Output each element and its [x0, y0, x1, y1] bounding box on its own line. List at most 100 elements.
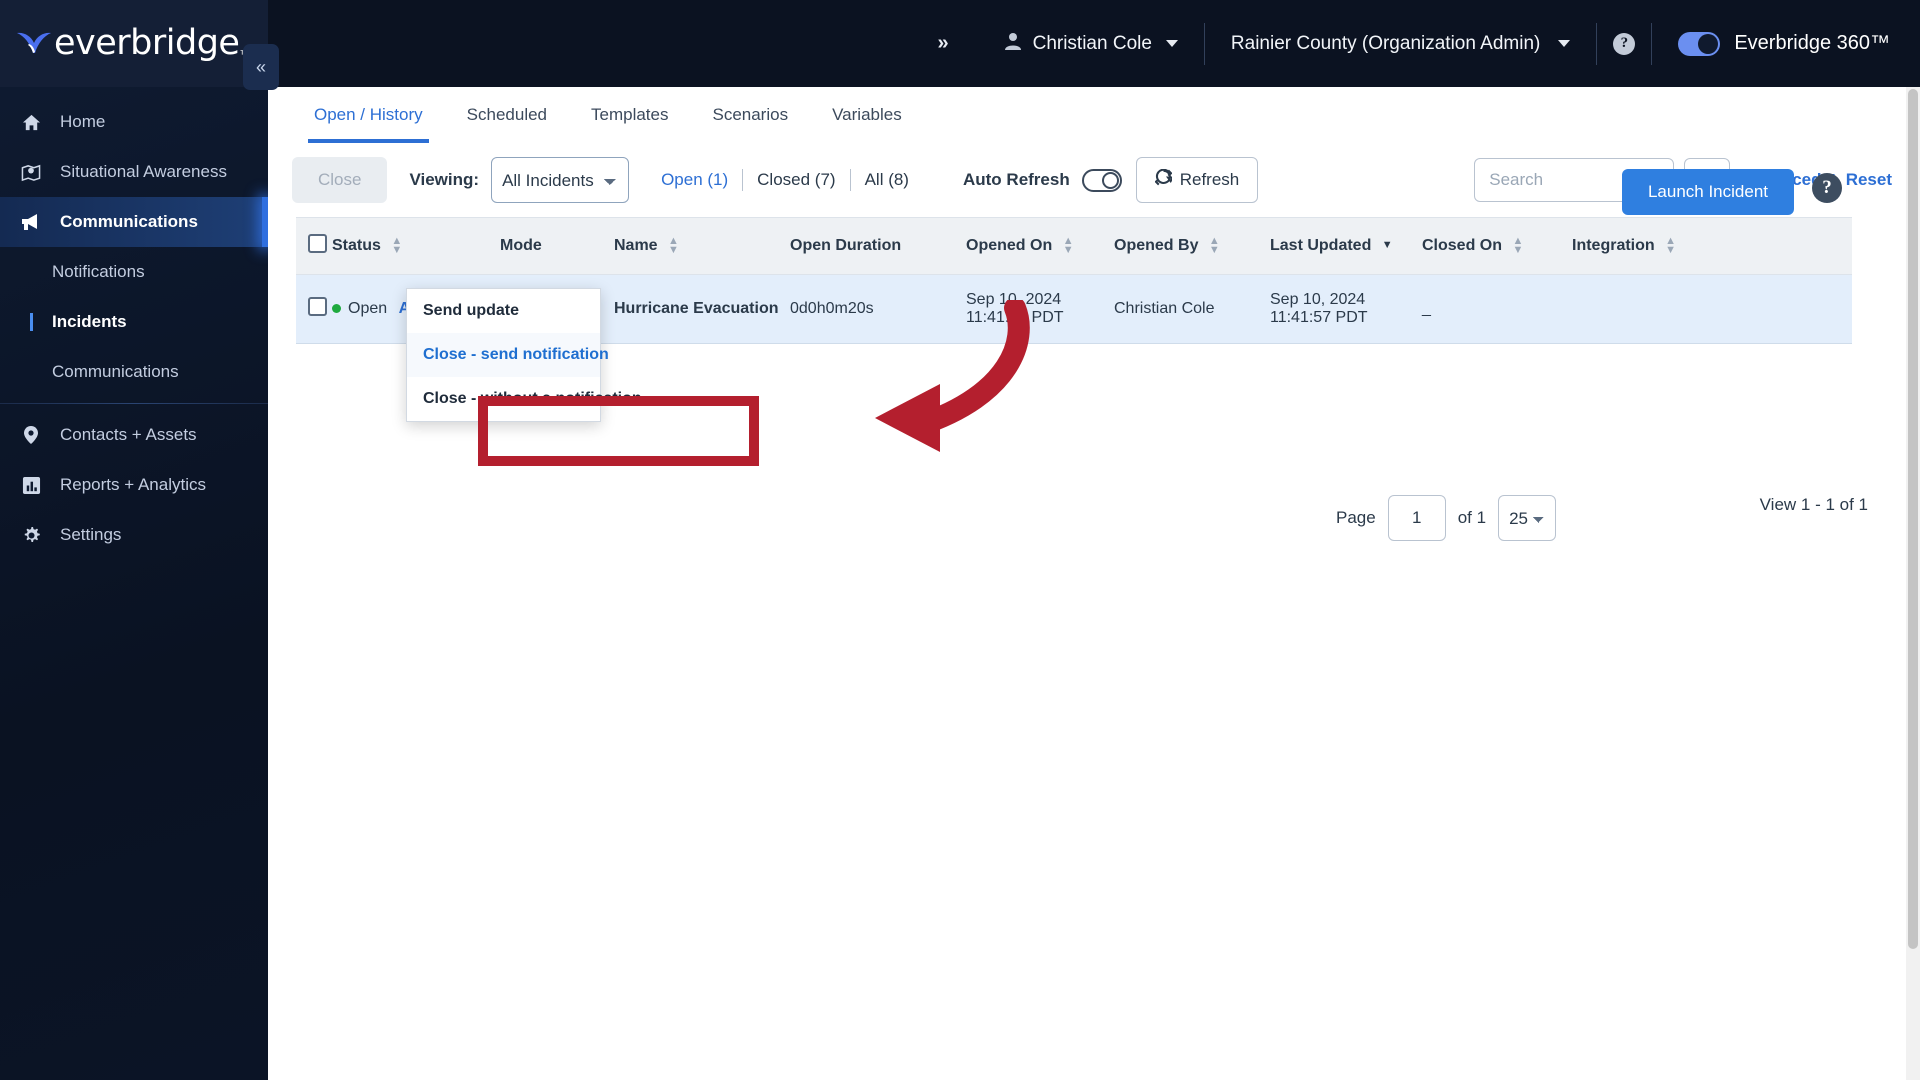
top-bar-right: » Christian Cole Rainier County (Organiz…	[268, 0, 1920, 87]
menu-item-close-send-notification[interactable]: Close - send notification	[407, 333, 609, 377]
filter-closed-link[interactable]: Closed (7)	[743, 170, 849, 190]
sidebar-item-home[interactable]: Home	[0, 97, 268, 147]
user-avatar-icon	[1003, 31, 1023, 57]
filter-all-link[interactable]: All (8)	[851, 170, 923, 190]
menu-item-close-without-notification[interactable]: Close - without a notification	[407, 377, 642, 421]
sidebar-item-contacts-assets[interactable]: Contacts + Assets	[0, 410, 268, 460]
tab-open-history[interactable]: Open / History	[292, 87, 445, 143]
tab-variables[interactable]: Variables	[810, 87, 924, 143]
refresh-label: Refresh	[1179, 170, 1240, 189]
column-label: Open Duration	[790, 237, 902, 254]
tab-label: Scheduled	[466, 105, 547, 124]
launch-incident-button[interactable]: Launch Incident	[1621, 169, 1794, 215]
column-header-last-updated[interactable]: Last Updated ▼	[1270, 217, 1422, 275]
page-size-select[interactable]: 25	[1498, 495, 1557, 541]
brand-area: everbridge ™	[0, 0, 268, 87]
menu-item-send-update[interactable]: Send update	[407, 289, 600, 333]
logo-wordmark: everbridge	[54, 23, 240, 63]
column-label: Status	[332, 237, 381, 255]
cell-opened-by: Christian Cole	[1114, 274, 1270, 344]
sidebar-item-reports-analytics[interactable]: Reports + Analytics	[0, 460, 268, 510]
bar-chart-icon	[18, 476, 44, 495]
column-label: Mode	[500, 237, 542, 254]
sidebar-subitem-label: Incidents	[52, 312, 127, 331]
sidebar-item-label: Situational Awareness	[60, 162, 227, 181]
column-header-status[interactable]: Status ▲ ▼	[332, 217, 500, 275]
sidebar-item-settings[interactable]: Settings	[0, 510, 268, 560]
sidebar-subitem-label: Notifications	[52, 262, 145, 281]
sort-icon: ▲ ▼	[1665, 234, 1677, 256]
select-all-header	[296, 217, 332, 275]
sidebar-item-label: Settings	[60, 525, 122, 544]
scrollbar-thumb[interactable]	[1908, 89, 1918, 949]
tab-label: Scenarios	[712, 105, 789, 124]
sidebar-collapse-button[interactable]: «	[243, 44, 279, 90]
tab-scenarios[interactable]: Scenarios	[690, 87, 810, 143]
vertical-scrollbar[interactable]	[1906, 87, 1920, 1080]
tab-label: Open / History	[314, 105, 423, 124]
column-header-opened-by[interactable]: Opened By ▲ ▼	[1114, 217, 1270, 275]
table-header-row: Status ▲ ▼ Mode Name ▲ ▼ Open Duration O…	[296, 217, 1852, 275]
actions-dropdown-menu: Send update Close - send notification Cl…	[406, 288, 642, 422]
status-filter-links: Open (1) Closed (7) All (8)	[647, 169, 923, 191]
help-button[interactable]: ?	[1597, 32, 1651, 55]
results-count-label: View 1 - 1 of 1	[1759, 495, 1868, 514]
app-root: everbridge ™ » Christian Cole Rainier Co…	[0, 0, 1920, 1080]
tab-scheduled[interactable]: Scheduled	[445, 87, 569, 143]
sidebar-subitem-incidents[interactable]: Incidents	[0, 297, 268, 347]
column-header-name[interactable]: Name ▲ ▼	[614, 217, 790, 275]
column-header-mode[interactable]: Mode	[500, 217, 614, 275]
row-checkbox[interactable]	[308, 297, 327, 316]
refresh-button[interactable]: Refresh	[1135, 157, 1259, 203]
megaphone-icon	[18, 212, 44, 232]
organization-chevron-down-icon	[1558, 40, 1571, 47]
sidebar-item-label: Contacts + Assets	[60, 425, 197, 444]
sidebar: Home Situational Awareness Communication…	[0, 87, 268, 1080]
organization-selector[interactable]: Rainier County (Organization Admin)	[1205, 33, 1596, 55]
column-header-closed-on[interactable]: Closed On ▲ ▼	[1422, 217, 1572, 275]
column-header-open-duration[interactable]: Open Duration	[790, 217, 966, 275]
gear-icon	[18, 526, 44, 545]
sidebar-item-situational-awareness[interactable]: Situational Awareness	[0, 147, 268, 197]
tab-bar: Open / History Scheduled Templates Scena…	[268, 87, 1920, 143]
main-content: Open / History Scheduled Templates Scena…	[268, 87, 1920, 1080]
reset-link[interactable]: Reset	[1846, 170, 1892, 190]
sidebar-subitem-notifications[interactable]: Notifications	[0, 247, 268, 297]
everbridge-360-toggle[interactable]: Everbridge 360™	[1652, 31, 1890, 56]
page-help-icon[interactable]: ?	[1812, 173, 1842, 203]
column-header-opened-on[interactable]: Opened On ▲ ▼	[966, 217, 1114, 275]
home-icon	[18, 113, 44, 132]
column-label: Integration	[1572, 237, 1655, 255]
page-number-input[interactable]	[1387, 495, 1446, 541]
filter-open-link[interactable]: Open (1)	[647, 170, 742, 190]
user-menu[interactable]: Christian Cole	[977, 31, 1204, 57]
sort-icon-desc: ▼	[1381, 239, 1393, 252]
auto-refresh-control: Auto Refresh	[962, 168, 1122, 192]
sidebar-subitem-communications[interactable]: Communications	[0, 347, 268, 397]
sidebar-item-communications[interactable]: Communications	[0, 197, 268, 247]
cell-integration	[1572, 274, 1852, 344]
column-header-integration[interactable]: Integration ▲ ▼	[1572, 217, 1852, 275]
everbridge-bird-icon	[14, 27, 54, 61]
row-select-cell	[296, 274, 332, 344]
user-name-label: Christian Cole	[1032, 32, 1152, 54]
sort-icon: ▲ ▼	[668, 234, 679, 256]
column-label: Name	[614, 237, 658, 255]
user-menu-chevron-down-icon	[1165, 40, 1178, 47]
viewing-label: Viewing:	[409, 170, 480, 189]
tab-templates[interactable]: Templates	[569, 87, 690, 143]
auto-refresh-label: Auto Refresh	[962, 170, 1070, 189]
help-icon: ?	[1613, 32, 1636, 55]
viewing-filter-select[interactable]: All Incidents	[491, 157, 630, 203]
organization-name-label: Rainier County (Organization Admin)	[1230, 32, 1541, 54]
map-pin-icon	[18, 163, 44, 182]
auto-refresh-toggle[interactable]	[1081, 168, 1122, 192]
sidebar-item-label: Reports + Analytics	[60, 475, 206, 494]
expand-menu-chevrons-icon[interactable]: »	[909, 32, 976, 55]
select-all-checkbox[interactable]	[308, 234, 327, 253]
sidebar-divider	[0, 403, 268, 404]
location-icon	[18, 425, 44, 445]
close-button[interactable]: Close	[292, 157, 388, 203]
cell-closed-on: _	[1422, 274, 1572, 344]
everbridge-logo: everbridge ™	[14, 26, 250, 61]
